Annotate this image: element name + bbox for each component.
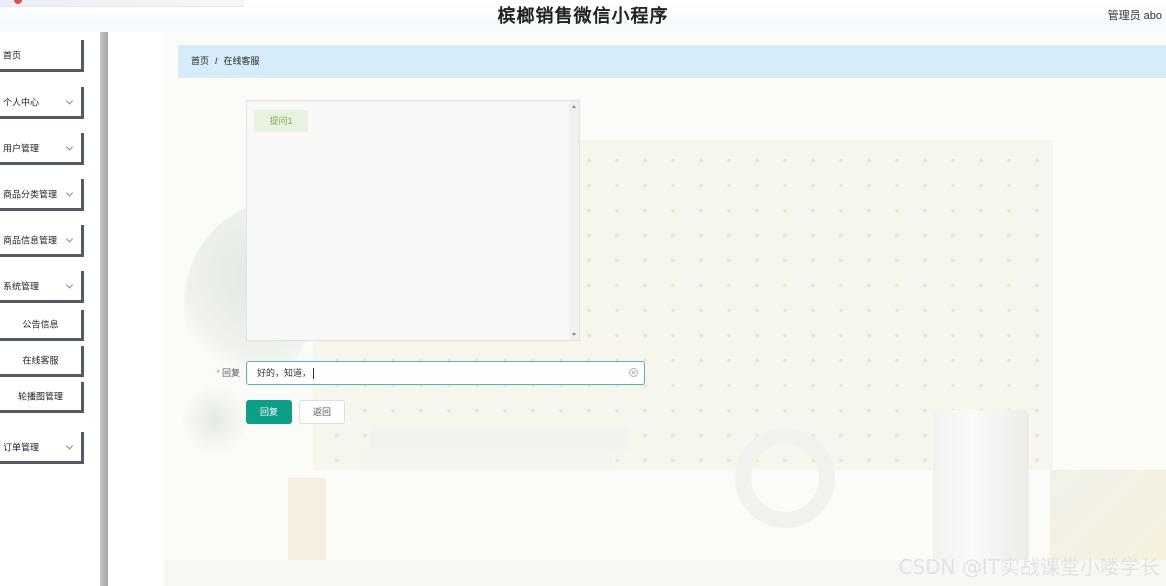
text-caret — [313, 368, 315, 380]
sidebar-subitem-label: 公告信息 — [22, 319, 59, 330]
required-mark: * — [216, 368, 220, 378]
chevron-down-icon — [65, 142, 74, 151]
sidebar-subitem-notices[interactable]: 公告信息 — [0, 310, 84, 341]
breadcrumb-home[interactable]: 首页 — [191, 56, 209, 66]
sidebar-item-label: 个人中心 — [3, 97, 40, 107]
background-block — [288, 478, 326, 568]
reply-label: * 回复 — [200, 362, 240, 385]
sidebar-item-home[interactable]: 首页 — [0, 40, 84, 72]
top-header: 槟榔销售微信小程序 管理员 abo — [0, 0, 1166, 32]
sidebar-item-label: 商品信息管理 — [3, 235, 58, 245]
background-block — [370, 428, 628, 450]
chevron-down-icon — [65, 234, 74, 243]
sidebar-item-label: 用户管理 — [3, 143, 40, 153]
chat-message-question: 提问1 — [254, 110, 308, 132]
clear-icon[interactable] — [629, 368, 638, 377]
breadcrumb-separator: / — [215, 56, 218, 66]
chevron-down-icon — [65, 96, 74, 105]
sidebar-item-category-management[interactable]: 商品分类管理 — [0, 179, 84, 211]
reply-label-text: 回复 — [221, 368, 240, 378]
sidebar-item-label: 系统管理 — [3, 281, 40, 291]
background-block — [360, 448, 612, 470]
background-ring — [735, 428, 835, 528]
sidebar-subitem-carousel[interactable]: 轮播图管理 — [0, 382, 84, 413]
background-pillar — [933, 410, 1029, 570]
watermark: CSDN @IT实战课堂小喽学长 — [898, 555, 1161, 579]
reply-input-text: 好的，知道， — [257, 368, 312, 378]
back-button[interactable]: 返回 — [299, 400, 345, 424]
chevron-down-icon — [65, 188, 74, 197]
chat-scrollbar[interactable] — [569, 101, 579, 340]
sidebar-item-label: 商品分类管理 — [3, 189, 58, 199]
reply-button[interactable]: 回复 — [246, 400, 292, 424]
sidebar-item-label: 首页 — [3, 50, 22, 60]
scroll-down-icon[interactable] — [572, 333, 576, 336]
sidebar-item-order-management[interactable]: 订单管理 — [0, 432, 84, 464]
sidebar-subitem-online-service[interactable]: 在线客服 — [0, 346, 84, 377]
sidebar-scrollbar[interactable] — [100, 32, 108, 586]
sidebar-item-personal-center[interactable]: 个人中心 — [0, 87, 84, 119]
reply-input[interactable]: 好的，知道， — [246, 361, 645, 385]
scroll-up-icon[interactable] — [572, 105, 576, 108]
breadcrumb-current: 在线客服 — [223, 56, 260, 66]
sidebar-subitem-label: 在线客服 — [22, 355, 59, 366]
sidebar-item-system-management[interactable]: 系统管理 — [0, 271, 84, 303]
sidebar-item-label: 订单管理 — [3, 442, 40, 452]
sidebar: 首页 个人中心 用户管理 商品分类管理 商品信息管理 系统管理 公告信息 在线客… — [0, 32, 100, 586]
reply-input-value: 好的，知道， — [257, 362, 315, 384]
chat-history[interactable]: 提问1 — [246, 100, 580, 341]
user-info[interactable]: 管理员 abo — [1108, 7, 1162, 23]
sidebar-item-user-management[interactable]: 用户管理 — [0, 133, 84, 165]
sidebar-item-product-management[interactable]: 商品信息管理 — [0, 225, 84, 257]
breadcrumb: 首页 / 在线客服 — [178, 45, 1166, 78]
sidebar-subitem-label: 轮播图管理 — [17, 391, 63, 402]
chevron-down-icon — [65, 441, 74, 450]
chevron-down-icon — [65, 280, 74, 289]
app-title: 槟榔销售微信小程序 — [497, 6, 669, 27]
